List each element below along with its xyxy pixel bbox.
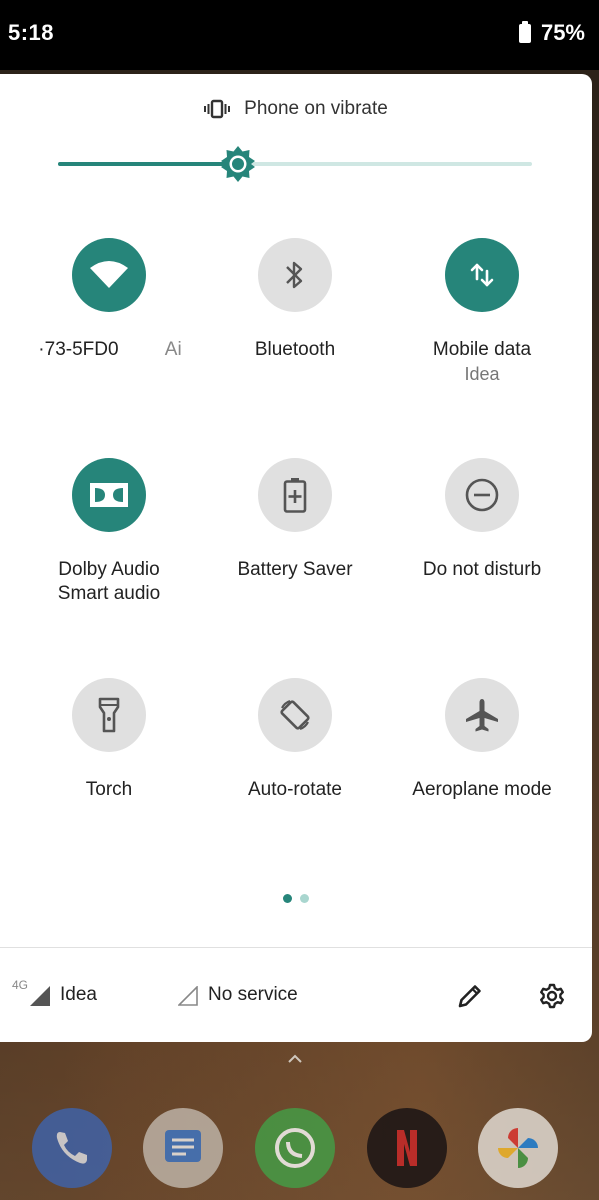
- vibrate-icon: [204, 99, 231, 119]
- tile-label: Torch: [85, 779, 133, 800]
- sim2-status[interactable]: No service: [178, 984, 298, 1006]
- brightness-slider[interactable]: [58, 146, 532, 182]
- no-signal-icon: [178, 986, 198, 1006]
- chevron-up-icon[interactable]: [286, 1052, 304, 1064]
- battery-saver-icon: [283, 478, 307, 513]
- tile-label: Do not disturb: [422, 559, 542, 580]
- netflix-app-icon[interactable]: [367, 1108, 447, 1188]
- tile-bluetooth[interactable]: Bluetooth: [197, 238, 393, 362]
- tile-label: Auto-rotate: [248, 779, 342, 800]
- quick-settings-footer: 4G Idea No service: [0, 948, 592, 1042]
- sim1-status[interactable]: 4G Idea: [12, 978, 97, 1006]
- edit-icon[interactable]: [456, 982, 484, 1010]
- settings-icon[interactable]: [538, 982, 566, 1010]
- tile-label: Dolby Audio: [58, 559, 160, 580]
- brightness-fill: [58, 162, 239, 166]
- network-type: 4G: [12, 978, 29, 992]
- ringer-mode[interactable]: Phone on vibrate: [0, 98, 592, 120]
- tile-auto-rotate[interactable]: Auto-rotate: [197, 678, 393, 802]
- tile-label: Aeroplane mode: [412, 779, 552, 800]
- dolby-icon: [90, 483, 128, 507]
- tile-label: ·73-5FD0: [38, 339, 119, 360]
- tile-label: Battery Saver: [237, 559, 353, 580]
- phone-app-icon[interactable]: [32, 1108, 112, 1188]
- status-time: 5:18: [8, 20, 55, 45]
- page-indicator: [0, 894, 592, 903]
- bluetooth-icon: [286, 261, 303, 289]
- wifi-icon: [90, 261, 128, 288]
- tile-aeroplane[interactable]: Aeroplane mode: [384, 678, 580, 802]
- tile-wifi[interactable]: ·73-5FD0 Ai: [11, 238, 207, 362]
- sim2-carrier: No service: [208, 984, 298, 1005]
- tile-battery-saver[interactable]: Battery Saver: [197, 458, 393, 582]
- tile-circle[interactable]: [72, 238, 146, 312]
- aeroplane-icon: [466, 699, 498, 732]
- tile-circle[interactable]: [258, 238, 332, 312]
- tile-mobile-data[interactable]: Mobile data Idea: [384, 238, 580, 386]
- battery-percent: 75%: [540, 20, 585, 45]
- tile-circle[interactable]: [258, 458, 332, 532]
- brightness-thumb-icon[interactable]: [219, 145, 257, 183]
- whatsapp-app-icon[interactable]: [255, 1108, 335, 1188]
- quick-settings-panel: Phone on vibrate ·73-5FD0 Ai Bluetooth M…: [0, 74, 592, 1042]
- ringer-label: Phone on vibrate: [244, 98, 388, 119]
- tile-label: Bluetooth: [254, 339, 336, 360]
- tile-sublabel: Idea: [464, 364, 500, 384]
- tile-dnd[interactable]: Do not disturb: [384, 458, 580, 582]
- tile-sublabel: Smart audio: [57, 583, 161, 604]
- tile-circle[interactable]: [258, 678, 332, 752]
- tile-circle[interactable]: [445, 458, 519, 532]
- torch-icon: [98, 697, 120, 733]
- photos-app-icon[interactable]: [478, 1108, 558, 1188]
- sim1-carrier: Idea: [60, 984, 97, 1005]
- do-not-disturb-icon: [465, 478, 499, 512]
- tile-circle[interactable]: [72, 678, 146, 752]
- status-bar: 5:18 75%: [0, 0, 599, 70]
- tile-torch[interactable]: Torch: [11, 678, 207, 802]
- tile-label: Mobile data: [432, 339, 532, 360]
- tile-label-extra: Ai: [164, 339, 182, 360]
- battery-icon: [518, 20, 531, 43]
- tile-circle[interactable]: [445, 678, 519, 752]
- tile-circle[interactable]: [72, 458, 146, 532]
- messages-app-icon[interactable]: [143, 1108, 223, 1188]
- mobile-data-icon: [470, 263, 494, 287]
- page-dot-active[interactable]: [283, 894, 292, 903]
- signal-icon: [30, 986, 51, 1006]
- page-dot[interactable]: [300, 894, 309, 903]
- tile-circle[interactable]: [445, 238, 519, 312]
- tile-dolby[interactable]: Dolby Audio Smart audio: [11, 458, 207, 606]
- auto-rotate-icon: [280, 699, 310, 731]
